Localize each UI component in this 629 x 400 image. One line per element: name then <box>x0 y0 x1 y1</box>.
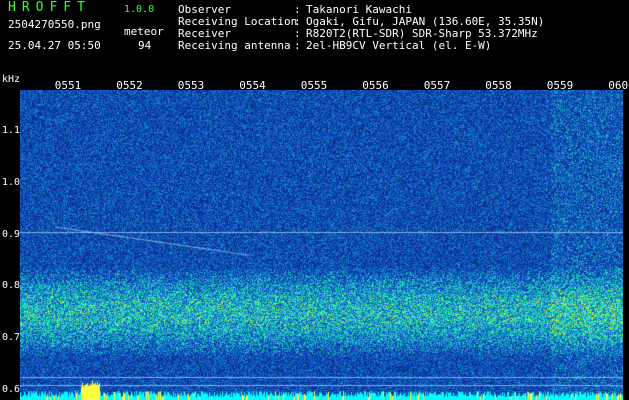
spectrogram-canvas <box>20 90 623 400</box>
file-name: 2504270550.png <box>8 18 101 31</box>
app-title: HROFFT <box>8 0 91 15</box>
antenna-colon: : <box>294 39 301 52</box>
detect-count: 94 <box>138 39 152 52</box>
y-unit-label: kHz <box>2 74 21 85</box>
y-tick-0.9: 0.9 <box>2 228 21 240</box>
detect-label: meteor <box>124 25 164 38</box>
y-tick-0.6: 0.6 <box>2 383 21 395</box>
y-tick-1.1: 1.1 <box>2 125 21 137</box>
antenna-value: 2el-HB9CV Vertical (el. E-W) <box>306 39 492 52</box>
y-tick-1.0: 1.0 <box>2 177 21 188</box>
header-panel: HROFFT 1.0.0 2504270550.png 25.04.27 05:… <box>0 0 629 78</box>
y-tick-0.7: 0.7 <box>2 332 21 343</box>
antenna-label: Receiving antenna <box>178 39 291 52</box>
app-version: 1.0.0 <box>124 4 155 15</box>
timestamp: 25.04.27 05:50 <box>8 39 101 52</box>
y-tick-0.8: 0.8 <box>2 280 21 292</box>
